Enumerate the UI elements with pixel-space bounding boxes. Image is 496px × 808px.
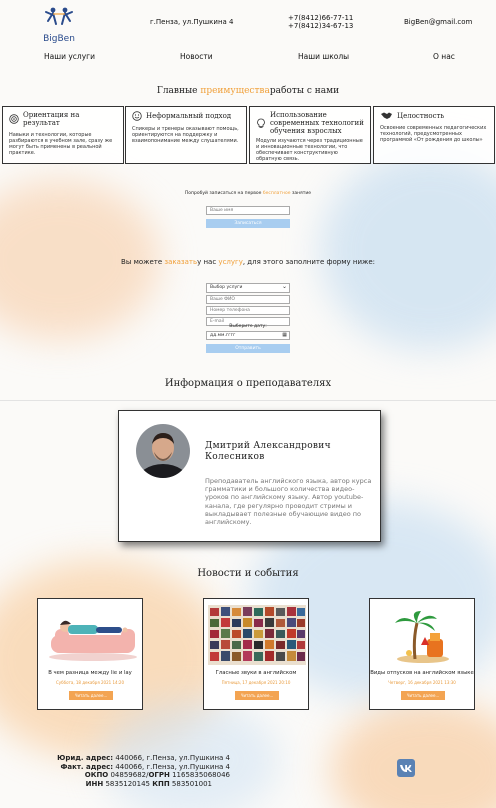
- target-icon: [9, 114, 19, 124]
- logo-text: BigBen: [43, 34, 75, 44]
- nav-news[interactable]: Новости: [180, 52, 213, 61]
- advantage-card-title: Использование современных технологий обу…: [270, 111, 364, 135]
- teacher-name: Дмитрий Александрович Колесников: [205, 441, 331, 462]
- handshake-icon: [381, 112, 392, 119]
- news-image-vacation: [373, 605, 471, 665]
- teacher-avatar: [136, 424, 190, 478]
- news-item-date: Суббота, 18 декабря 2021 14:20: [56, 680, 124, 685]
- advantage-card-text: Навыки и технологии, которые разбираются…: [9, 132, 113, 156]
- vk-logo: [400, 765, 412, 772]
- logo-icon: [45, 7, 73, 25]
- footer-actual-address: Факт. адрес: 440066, г.Пенза, ул.Пушкина…: [60, 762, 230, 771]
- trial-text: Попробуй записаться на первое бесплатное…: [184, 191, 312, 196]
- order-submit-button[interactable]: Отправить: [206, 344, 290, 353]
- smile-icon: [132, 111, 142, 121]
- read-more-button[interactable]: Читать далее...: [235, 691, 279, 700]
- trial-submit-button[interactable]: Записаться: [206, 219, 290, 228]
- advantage-card-informal: Неформальный подход Спикеры и тренеры ок…: [125, 106, 247, 164]
- header-phone-1[interactable]: +7(8412)66-77-11: [288, 14, 353, 22]
- news-title: Новости и события: [197, 568, 299, 579]
- trial-name-input[interactable]: Ваше имя: [206, 206, 290, 215]
- advantage-card-result: Ориентация на результат Навыки и техноло…: [2, 106, 124, 164]
- calendar-icon[interactable]: ▦: [282, 332, 287, 338]
- news-item-date: Четверг, 16 декабря 2021 13:30: [388, 680, 456, 685]
- news-card[interactable]: Гласные звуки в английском Пятница, 17 д…: [203, 598, 309, 710]
- teacher-bio: Преподаватель английского языка, автор к…: [205, 477, 372, 527]
- service-select-value: Выбор услуги: [210, 285, 243, 290]
- footer-okpo-ogrn: ОКПО 04859682/ОГРН 1165835068046: [84, 771, 230, 779]
- order-text: Вы можете заказатьу нас услугу, для этог…: [121, 258, 375, 266]
- vk-icon[interactable]: [397, 759, 415, 777]
- news-image-lie-lay: [41, 605, 139, 665]
- advantage-card-text: Модули изучаются через традиционные и ин…: [256, 138, 363, 162]
- chevron-down-icon: ⌄: [281, 283, 287, 290]
- nav-services[interactable]: Наши услуги: [44, 52, 95, 61]
- read-more-button[interactable]: Читать далее...: [401, 691, 445, 700]
- read-more-button[interactable]: Читать далее...: [69, 691, 113, 700]
- news-card[interactable]: В чем разница между lie и lay Суббота, 1…: [37, 598, 143, 710]
- footer-requisites: Юрид. адрес: 440066, г.Пенза, ул.Пушкина…: [40, 754, 230, 788]
- advantage-card-text: Освоение современных педагогических техн…: [380, 125, 487, 143]
- news-item-title[interactable]: В чем разница между lie и lay: [38, 670, 142, 676]
- date-input[interactable]: дд.мм.гггг ▦: [206, 331, 290, 340]
- advantage-card-title: Целостность: [397, 111, 445, 120]
- service-select[interactable]: Выбор услуги ⌄: [206, 283, 290, 293]
- lightbulb-icon: [257, 118, 265, 128]
- teacher-card: Дмитрий Александрович Колесников Препода…: [118, 410, 381, 542]
- logo[interactable]: BigBen: [40, 6, 78, 44]
- fio-input[interactable]: Ваше ФИО: [206, 295, 290, 304]
- nav-schools[interactable]: Наши школы: [298, 52, 349, 61]
- section-divider: [0, 400, 496, 401]
- header-address: г.Пенза, ул.Пушкина 4: [150, 18, 234, 26]
- phone-input[interactable]: Номер телефона: [206, 306, 290, 315]
- advantages-title: Главные преимуществаработы с нами: [156, 86, 340, 96]
- header-phone-2[interactable]: +7(8412)34-67-13: [288, 22, 353, 30]
- news-image-vowels: [208, 605, 306, 665]
- advantage-card-title: Ориентация на результат: [23, 111, 80, 127]
- footer-legal-address: Юрид. адрес: 440066, г.Пенза, ул.Пушкина…: [57, 754, 230, 762]
- advantage-card-text: Спикеры и тренеры оказывают помощь, орие…: [132, 126, 239, 144]
- news-item-title[interactable]: Виды отпусков на английском языке: [370, 670, 474, 676]
- news-card[interactable]: Виды отпусков на английском языке Четвер…: [369, 598, 475, 710]
- date-input-value: дд.мм.гггг: [210, 333, 236, 338]
- advantage-card-integrity: Целостность Освоение современных педагог…: [373, 106, 495, 164]
- teachers-title: Информация о преподавателях: [164, 378, 332, 389]
- nav-about[interactable]: О нас: [433, 52, 455, 61]
- advantage-card-title: Неформальный подход: [146, 112, 232, 120]
- news-item-date: Пятница, 17 декабря 2021 20:10: [221, 680, 291, 685]
- news-item-title[interactable]: Гласные звуки в английском: [204, 670, 308, 676]
- footer-inn-kpp: ИНН 5835120145 КПП 583501001: [85, 779, 212, 788]
- date-label: Выберите дату:: [229, 324, 267, 329]
- header-email[interactable]: BigBen@gmail.com: [404, 18, 472, 26]
- advantage-card-technologies: Использование современных технологий обу…: [249, 106, 371, 164]
